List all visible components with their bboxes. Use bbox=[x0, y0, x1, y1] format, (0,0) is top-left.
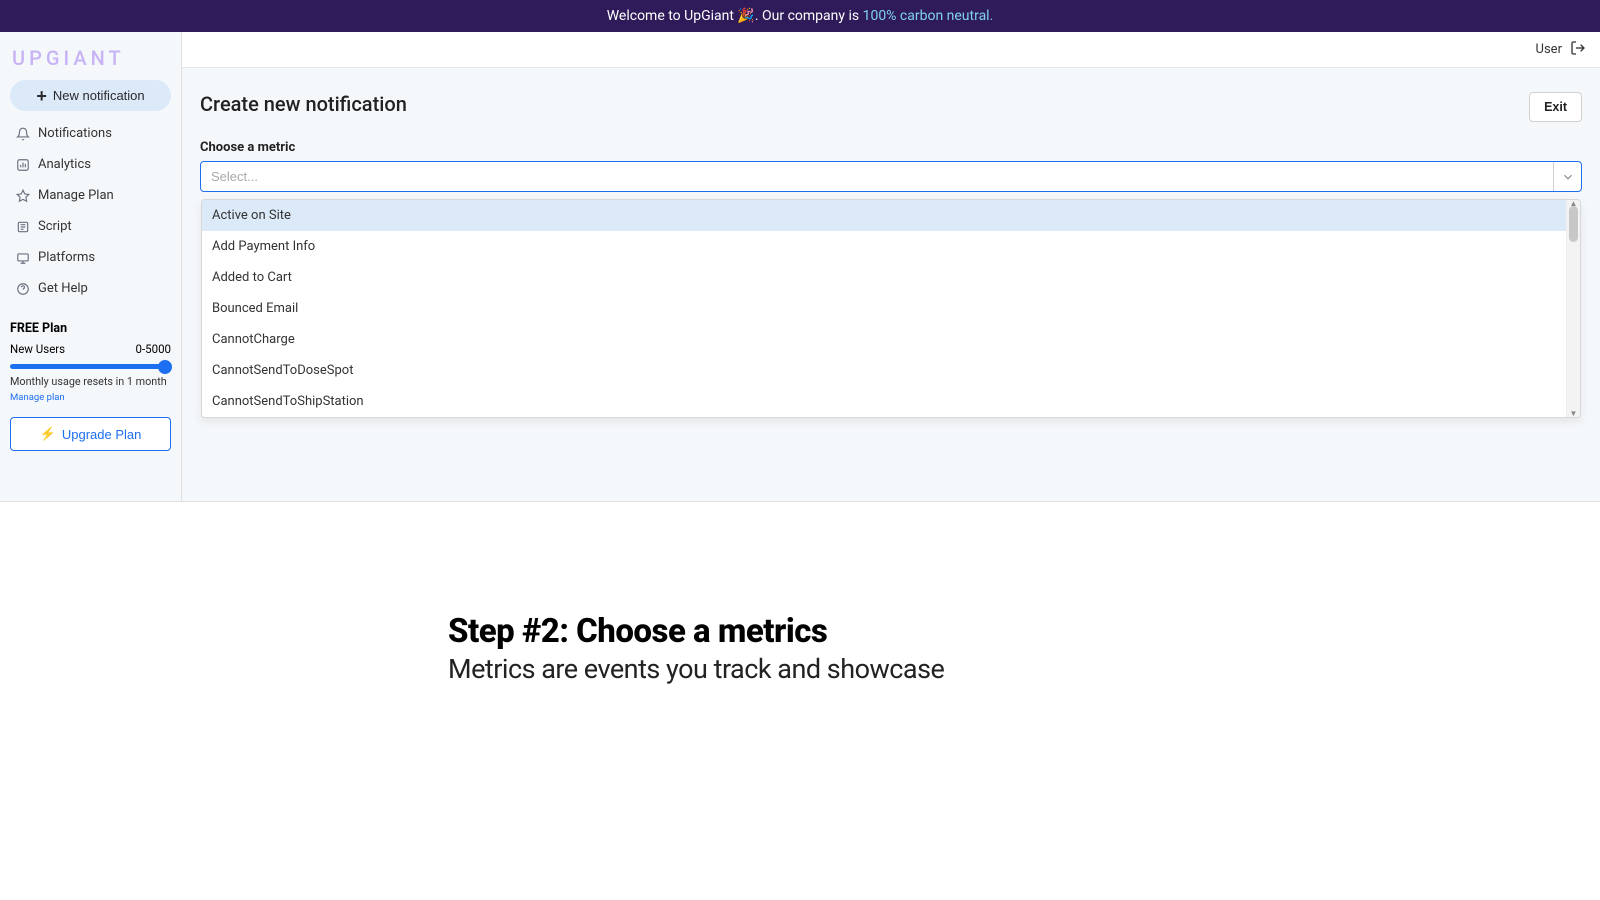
scroll-thumb[interactable] bbox=[1569, 206, 1578, 242]
marketing-heading: Step #2: Choose a metrics bbox=[448, 612, 1600, 651]
metric-dropdown: Active on Site Add Payment Info Added to… bbox=[201, 199, 1581, 418]
sidebar-item-manage-plan[interactable]: Manage Plan bbox=[10, 181, 171, 210]
topbar: User bbox=[182, 32, 1600, 68]
metric-option[interactable]: Added to Cart bbox=[202, 262, 1566, 293]
help-icon bbox=[16, 282, 30, 296]
main-panel: User Create new notification Exit Choose… bbox=[182, 32, 1600, 501]
app-shell: UPGIANT + New notification Notifications… bbox=[0, 32, 1600, 502]
page-header: Create new notification Exit bbox=[200, 92, 1582, 122]
scroll-down-icon[interactable]: ▼ bbox=[1567, 409, 1580, 418]
plan-metric-value: 0-5000 bbox=[136, 342, 172, 356]
metric-field-label: Choose a metric bbox=[200, 140, 1582, 155]
metric-option[interactable]: CannotCharge bbox=[202, 324, 1566, 355]
sidebar-item-label: Notifications bbox=[38, 126, 112, 141]
plan-title: FREE Plan bbox=[10, 321, 171, 336]
plus-icon: + bbox=[36, 89, 47, 103]
content-area: Create new notification Exit Choose a me… bbox=[182, 68, 1600, 501]
star-icon bbox=[16, 189, 30, 203]
plan-reset-text: Monthly usage resets in 1 month bbox=[10, 375, 171, 388]
script-icon bbox=[16, 220, 30, 234]
new-notification-button[interactable]: + New notification bbox=[10, 80, 171, 111]
metric-option[interactable]: Bounced Email bbox=[202, 293, 1566, 324]
sidebar-item-label: Platforms bbox=[38, 250, 95, 265]
dropdown-scrollbar[interactable]: ▲ ▼ bbox=[1566, 200, 1580, 417]
manage-plan-link[interactable]: Manage plan bbox=[10, 392, 65, 403]
logo: UPGIANT bbox=[10, 40, 171, 80]
marketing-sub: Metrics are events you track and showcas… bbox=[448, 653, 1600, 685]
upgrade-plan-label: Upgrade Plan bbox=[62, 427, 142, 442]
sidebar-item-label: Get Help bbox=[38, 281, 88, 296]
user-label: User bbox=[1536, 42, 1562, 57]
sidebar-item-notifications[interactable]: Notifications bbox=[10, 119, 171, 148]
metric-dropdown-list: Active on Site Add Payment Info Added to… bbox=[202, 200, 1566, 417]
banner-link[interactable]: 100% carbon neutral. bbox=[863, 8, 994, 24]
logout-icon bbox=[1570, 40, 1586, 60]
plan-usage-row: New Users 0-5000 bbox=[10, 340, 171, 358]
sidebar-item-platforms[interactable]: Platforms bbox=[10, 243, 171, 272]
page-title: Create new notification bbox=[200, 92, 407, 116]
new-notification-label: New notification bbox=[53, 88, 145, 103]
usage-slider[interactable] bbox=[10, 364, 171, 369]
marketing-section: Step #2: Choose a metrics Metrics are ev… bbox=[0, 502, 1600, 685]
user-menu[interactable]: User bbox=[1536, 40, 1586, 60]
metric-option[interactable]: CannotSendToDoseSpot bbox=[202, 355, 1566, 386]
metric-select[interactable]: Active on Site Add Payment Info Added to… bbox=[200, 161, 1582, 192]
plan-metric-label: New Users bbox=[10, 342, 65, 356]
sidebar: UPGIANT + New notification Notifications… bbox=[0, 32, 182, 501]
bell-icon bbox=[16, 127, 30, 141]
sidebar-item-label: Manage Plan bbox=[38, 188, 114, 203]
banner-text: Welcome to UpGiant 🎉. Our company is bbox=[607, 8, 863, 24]
metric-option[interactable]: Add Payment Info bbox=[202, 231, 1566, 262]
slider-thumb[interactable] bbox=[158, 360, 172, 374]
exit-button[interactable]: Exit bbox=[1529, 92, 1582, 122]
sidebar-nav: Notifications Analytics Manage Plan Scri… bbox=[10, 119, 171, 303]
sidebar-item-analytics[interactable]: Analytics bbox=[10, 150, 171, 179]
chevron-down-icon[interactable] bbox=[1553, 162, 1581, 191]
metric-option[interactable]: Active on Site bbox=[202, 200, 1566, 231]
metric-select-input[interactable] bbox=[201, 162, 1553, 191]
sidebar-item-label: Analytics bbox=[38, 157, 91, 172]
platforms-icon bbox=[16, 251, 30, 265]
plan-box: FREE Plan New Users 0-5000 Monthly usage… bbox=[10, 321, 171, 451]
sidebar-item-script[interactable]: Script bbox=[10, 212, 171, 241]
sidebar-item-get-help[interactable]: Get Help bbox=[10, 274, 171, 303]
upgrade-plan-button[interactable]: ⚡ Upgrade Plan bbox=[10, 417, 171, 451]
chart-icon bbox=[16, 158, 30, 172]
metric-option[interactable]: CannotSendToShipStation bbox=[202, 386, 1566, 417]
bolt-icon: ⚡ bbox=[40, 426, 56, 442]
announcement-banner: Welcome to UpGiant 🎉. Our company is 100… bbox=[0, 0, 1600, 32]
sidebar-item-label: Script bbox=[38, 219, 72, 234]
